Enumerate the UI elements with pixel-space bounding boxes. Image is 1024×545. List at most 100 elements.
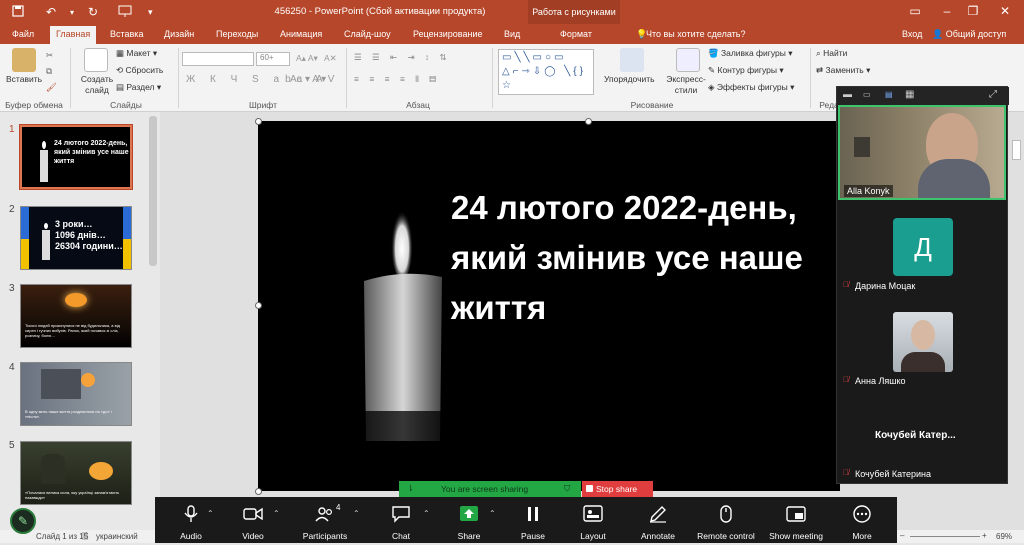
audio-button[interactable]: Audio [169, 497, 213, 543]
arrange-icon[interactable] [620, 48, 644, 72]
tab-design[interactable]: Дизайн [158, 27, 200, 41]
tab-animations[interactable]: Анимация [274, 27, 328, 41]
font-size-combo[interactable]: 60+ [256, 52, 290, 66]
layout-button[interactable]: Layout [571, 497, 615, 543]
close-icon[interactable]: ✕ [990, 4, 1020, 18]
thumb-number: 4 [9, 362, 15, 373]
participants-button[interactable]: Participants [297, 497, 353, 543]
find-button[interactable]: ⌕ Найти [816, 48, 847, 59]
hide-video-icon[interactable]: ▭ [863, 90, 871, 99]
resize-handle[interactable] [585, 118, 592, 125]
shape-effects-button[interactable]: ◈ Эффекты фигуры ▾ [708, 82, 794, 93]
paste-button-label[interactable]: Вставить [6, 74, 42, 84]
new-slide-button-label[interactable]: Создать слайд [78, 74, 116, 96]
participant-count: 4 [336, 503, 341, 512]
tell-me-search[interactable]: Что вы хотите сделать? [640, 27, 752, 41]
reset-button[interactable]: ⟲ Сбросить [116, 65, 163, 76]
slideshow-icon[interactable] [118, 5, 132, 20]
redo-icon[interactable]: ↻ [88, 5, 98, 19]
zoom-in-icon[interactable]: + [982, 531, 987, 540]
tab-format[interactable]: Формат [554, 27, 598, 41]
resize-handle[interactable] [255, 488, 262, 495]
tab-file[interactable]: Файл [6, 27, 40, 41]
paste-icon[interactable] [12, 48, 36, 72]
face-image [911, 320, 935, 350]
save-icon[interactable] [12, 5, 24, 20]
gallery-view-icon[interactable]: ▦ [905, 89, 914, 100]
video-options-icon[interactable]: ⌃ [273, 509, 280, 518]
shape-outline-button[interactable]: ✎ Контур фигуры ▾ [708, 65, 784, 76]
show-meeting-button[interactable]: Show meeting [763, 497, 829, 543]
remote-control-button[interactable]: Remote control [693, 497, 759, 543]
share-screen-button[interactable]: Share [447, 497, 491, 543]
canvas-scrollbar[interactable] [1012, 140, 1021, 160]
tab-slideshow[interactable]: Слайд-шоу [338, 27, 397, 41]
mic-muted-icon: 🎙̸ [843, 375, 849, 384]
section-button[interactable]: ▤ Раздел ▾ [116, 82, 161, 93]
slide-thumbnail-4[interactable]: В одну мить наше життя розділилося на «д… [20, 362, 132, 426]
copy-icon[interactable]: ⧉ [46, 66, 52, 77]
login-link[interactable]: Вход [896, 27, 928, 41]
quick-styles-label[interactable]: Экспресс-стили [662, 74, 710, 96]
zoom-out-icon[interactable]: – [900, 531, 904, 540]
thumbnail-scrollbar[interactable] [149, 116, 157, 266]
tab-transitions[interactable]: Переходы [210, 27, 264, 41]
layout-button[interactable]: ▦ Макет ▾ [116, 48, 157, 59]
replace-icon: ⇄ [816, 65, 824, 75]
panel-header: ▬ ▭ ▤ ▦ ⤢ [837, 87, 1009, 105]
quick-styles-icon[interactable] [676, 48, 700, 72]
new-slide-icon[interactable] [84, 48, 108, 72]
video-button[interactable]: Video [231, 497, 275, 543]
slide-title[interactable]: 24 лютого 2022-день, який змінив усе наш… [451, 183, 840, 333]
slide-thumbnail-1[interactable]: 24 лютого 2022-день, який змінив усе наш… [19, 124, 133, 190]
tab-review[interactable]: Рецензирование [407, 27, 489, 41]
audio-options-icon[interactable]: ⌃ [207, 509, 214, 518]
cut-icon[interactable]: ✂ [46, 50, 53, 61]
font-name-combo[interactable] [182, 52, 254, 66]
undo-dropdown-icon[interactable]: ▾ [70, 8, 74, 17]
customize-qat-icon[interactable]: ▾ [148, 7, 153, 18]
pause-share-button[interactable]: Pause [511, 497, 555, 543]
stop-share-button[interactable]: Stop share [582, 481, 653, 497]
shapes-gallery[interactable]: ▭╲╲▭○▭ △⌐⇾⇩◯ ╲{}☆ [498, 49, 594, 95]
undo-icon[interactable]: ↶ [46, 5, 56, 19]
arrange-button-label[interactable]: Упорядочить [604, 74, 655, 84]
minimize-icon[interactable]: ▬ [843, 89, 852, 99]
slide-thumbnail-2[interactable]: 3 роки… 1096 днів… 26304 години… [20, 206, 132, 270]
format-painter-icon[interactable]: 🖌 [46, 82, 57, 93]
expand-icon[interactable]: ⤢ [989, 89, 997, 100]
chat-options-icon[interactable]: ⌃ [423, 509, 430, 518]
participant-video-alla[interactable]: Alla Konyk [838, 105, 1006, 200]
align-buttons[interactable]: ≡ ≡ ≡ ≡ ⫴ ▤ [354, 74, 440, 85]
slide-thumbnail-5[interactable]: «Почалася велика сила, яку українці запа… [20, 441, 132, 505]
annotate-pencil-icon[interactable]: ✎ [10, 508, 36, 534]
current-slide[interactable]: 24 лютого 2022-день, який змінив усе наш… [258, 121, 840, 491]
grow-font-icon[interactable]: A▴ A▾ [296, 53, 318, 64]
tab-home[interactable]: Главная [50, 26, 97, 44]
replace-button[interactable]: ⇄ Заменить ▾ [816, 65, 870, 76]
tab-view[interactable]: Вид [498, 27, 526, 41]
shape-fill-button[interactable]: 🪣 Заливка фигуры ▾ [708, 48, 793, 59]
resize-handle[interactable] [255, 302, 262, 309]
participant-avatar-darina[interactable]: Д [893, 218, 953, 276]
tab-insert[interactable]: Вставка [104, 27, 149, 41]
restore-icon[interactable]: ❐ [958, 4, 988, 18]
zoom-slider[interactable] [910, 536, 980, 537]
zoom-level[interactable]: 69% [996, 532, 1012, 541]
participants-options-icon[interactable]: ⌃ [353, 509, 360, 518]
more-button[interactable]: More [839, 497, 885, 543]
share-button[interactable]: 👤 Общий доступ [926, 27, 1012, 42]
ribbon-display-icon[interactable]: ▭ [900, 4, 930, 18]
participant-name-tile[interactable]: Кочубей Катер... [875, 430, 956, 441]
resize-handle[interactable] [255, 118, 262, 125]
annotate-button[interactable]: Annotate [633, 497, 683, 543]
font-color-icon[interactable]: Aa ▾ A ▾ [290, 74, 326, 85]
clear-format-icon[interactable]: A✕ [324, 53, 337, 64]
participant-photo-anna[interactable] [893, 312, 953, 372]
list-buttons[interactable]: ☰ ☰ ⇤ ⇥ ↕ ⇅ [354, 52, 451, 63]
chat-button[interactable]: Chat [379, 497, 423, 543]
share-options-icon[interactable]: ⌃ [489, 509, 496, 518]
slide-thumbnail-3[interactable]: Тисячі людей прокинулися не від будильни… [20, 284, 132, 348]
speaker-view-icon[interactable]: ▤ [885, 90, 893, 99]
language-label[interactable]: украинский [96, 532, 138, 541]
